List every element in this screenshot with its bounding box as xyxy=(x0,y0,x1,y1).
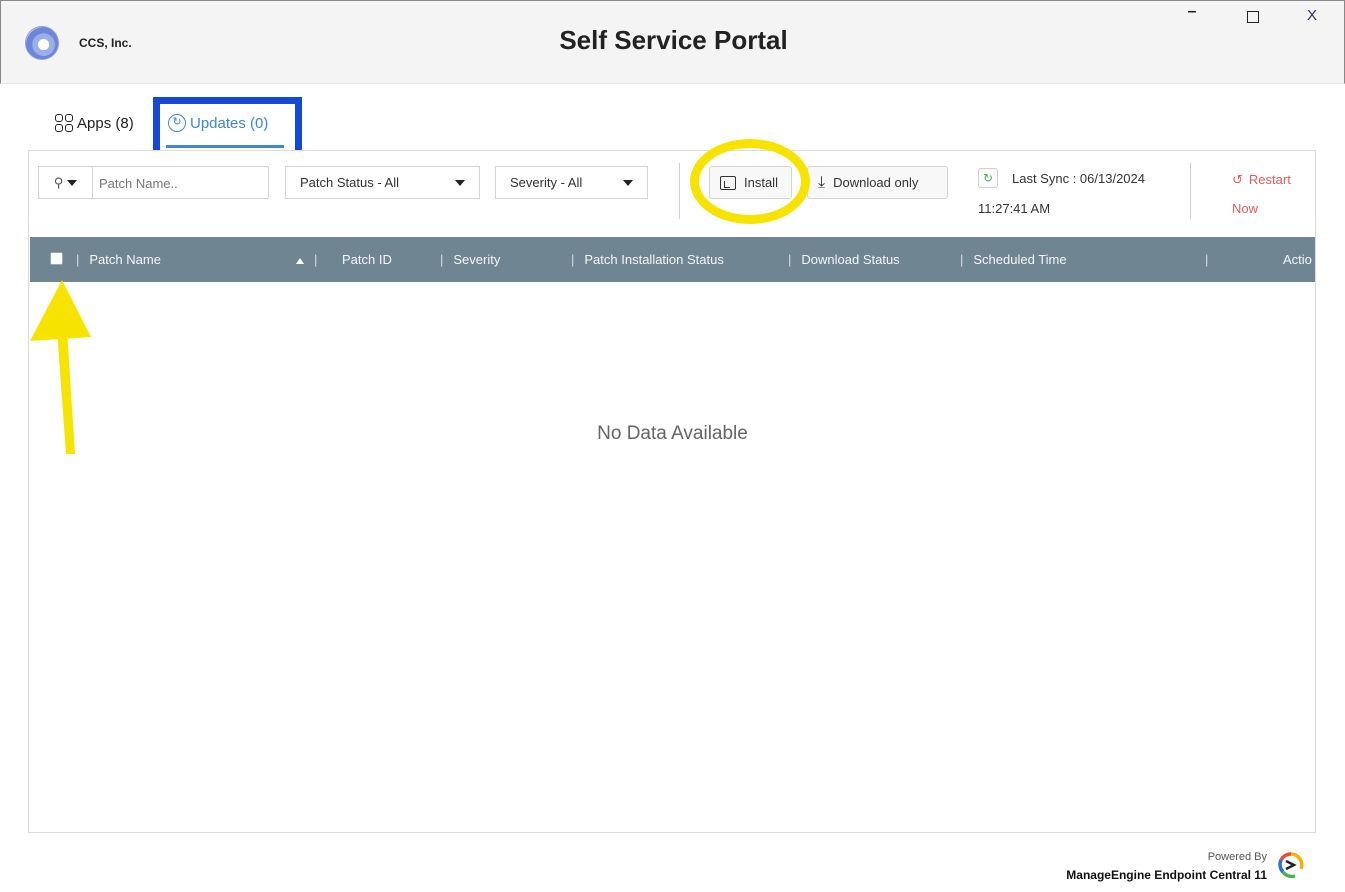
download-icon: ⤓ xyxy=(818,173,826,191)
toolbar-divider xyxy=(679,163,680,219)
arrow-shaft xyxy=(57,330,75,454)
powered-by-label: Powered By xyxy=(1207,851,1267,863)
close-button[interactable]: X xyxy=(1297,7,1327,24)
last-sync-time: 11:27:41 AM xyxy=(978,201,1051,216)
download-only-button-label: Download only xyxy=(833,175,919,190)
column-header-actions[interactable]: Actio xyxy=(1283,237,1312,282)
chevron-down-icon xyxy=(623,179,633,186)
column-header-patch-id[interactable]: Patch ID xyxy=(342,237,392,282)
empty-state-message: No Data Available xyxy=(597,423,748,444)
column-header-installation-status[interactable]: | Patch Installation Status xyxy=(571,237,724,282)
manageengine-logo-icon xyxy=(1278,852,1304,879)
maximize-button[interactable] xyxy=(1238,7,1268,28)
chevron-down-icon xyxy=(455,179,465,186)
column-divider: | xyxy=(1205,252,1209,267)
title-bar: CCS, Inc. Self Service Portal – X xyxy=(0,0,1345,84)
patch-table-header: | Patch Name | Patch ID | Severity | Patch … xyxy=(30,237,1315,282)
toolbar-divider xyxy=(1190,163,1191,219)
install-button-highlight-circle xyxy=(690,139,810,224)
column-header-severity[interactable]: | Severity xyxy=(440,237,500,282)
severity-dropdown-label: Severity - All xyxy=(510,175,583,190)
restart-label: Restart xyxy=(1248,172,1291,187)
maximize-icon xyxy=(1247,11,1259,23)
brand-label: ManageEngine Endpoint Central 11 xyxy=(1066,868,1267,882)
severity-dropdown[interactable]: Severity - All xyxy=(495,166,648,199)
download-only-button[interactable]: ⤓ Download only xyxy=(807,166,948,199)
last-sync-label: Last Sync : 06/13/2024 xyxy=(1012,171,1145,186)
sync-refresh-icon[interactable]: ↻ xyxy=(978,168,998,188)
column-header-scheduled-time[interactable]: | Scheduled Time xyxy=(960,237,1067,282)
patch-name-search-input[interactable] xyxy=(99,173,264,193)
restart-now-button[interactable]: ↺ Restart Now xyxy=(1232,172,1291,217)
annotation-arrow-icon xyxy=(30,280,91,454)
restart-label-now: Now xyxy=(1232,201,1259,216)
sort-ascending-icon[interactable]: | xyxy=(296,237,327,282)
restart-icon: ↺ xyxy=(1232,172,1243,187)
window-title: Self Service Portal xyxy=(559,25,788,55)
column-header-download-status[interactable]: | Download Status xyxy=(788,237,900,282)
patch-status-dropdown-label: Patch Status - All xyxy=(300,175,399,190)
minimize-button[interactable]: – xyxy=(1177,3,1207,21)
patch-status-dropdown[interactable]: Patch Status - All xyxy=(285,166,480,199)
